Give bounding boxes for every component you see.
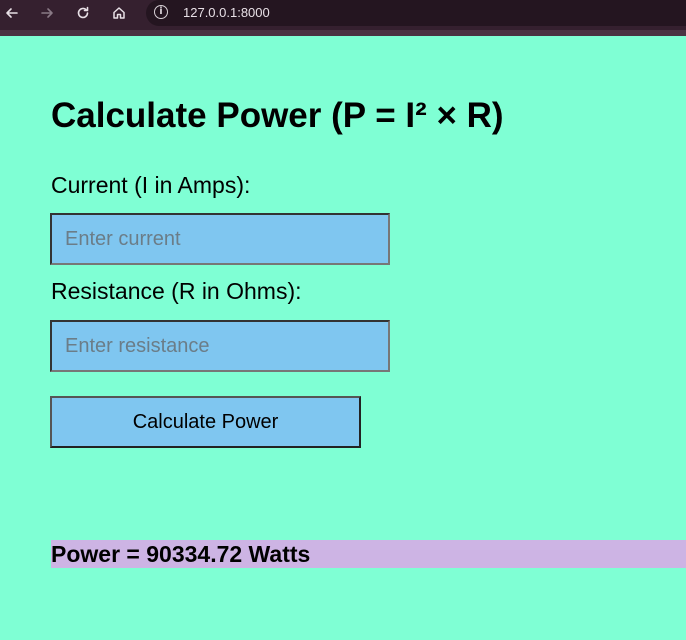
url-text[interactable]: 127.0.0.1:8000: [183, 5, 270, 20]
forward-button[interactable]: [35, 2, 59, 24]
current-label: Current (I in Amps):: [51, 172, 251, 198]
home-button[interactable]: [107, 2, 131, 24]
page-content: Calculate Power (P = I² × R) Current (I …: [0, 36, 686, 640]
reload-icon: [77, 6, 89, 19]
resistance-label: Resistance (R in Ohms):: [51, 278, 302, 304]
back-button[interactable]: [0, 2, 24, 24]
resistance-input[interactable]: [50, 320, 390, 372]
page-title: Calculate Power (P = I² × R): [51, 96, 504, 135]
arrow-right-icon: [41, 8, 53, 18]
browser-toolbar: i 127.0.0.1:8000: [0, 0, 686, 36]
current-input[interactable]: [50, 213, 390, 265]
info-icon[interactable]: i: [154, 5, 168, 19]
calculate-power-button[interactable]: Calculate Power: [50, 396, 361, 448]
power-result: Power = 90334.72 Watts: [51, 540, 686, 568]
reload-button[interactable]: [71, 2, 95, 24]
home-icon: [113, 7, 125, 19]
arrow-left-icon: [6, 8, 18, 18]
